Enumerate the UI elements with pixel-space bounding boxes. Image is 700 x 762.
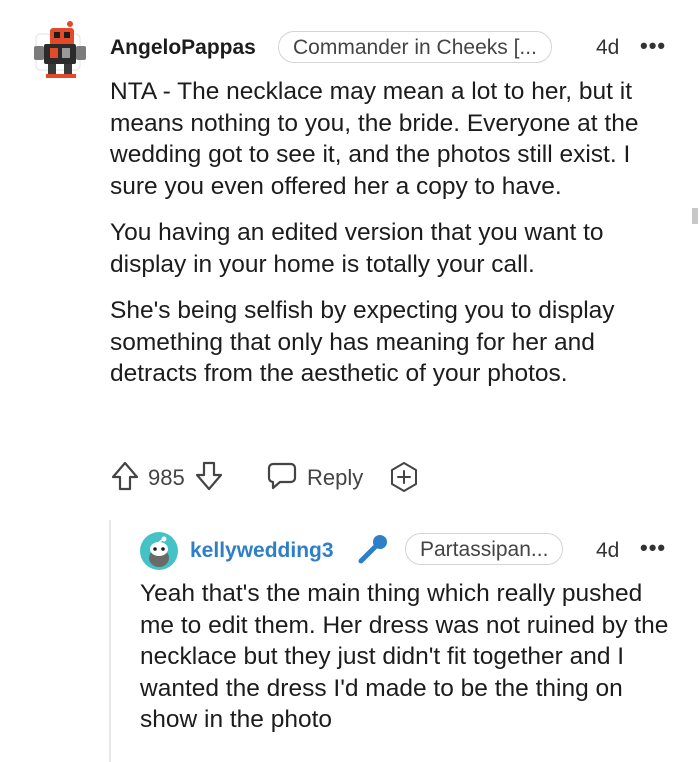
comment-body: NTA - The necklace may mean a lot to her… (110, 76, 678, 405)
comment-paragraph: NTA - The necklace may mean a lot to her… (110, 78, 639, 200)
reply-flair: Partassipan... (405, 533, 564, 565)
comment-more-options-icon[interactable]: ••• (640, 33, 666, 59)
comment-bubble-icon (267, 462, 297, 490)
thread-line[interactable] (109, 520, 111, 762)
reply-author[interactable]: kellywedding3 (190, 539, 334, 563)
snoo-avatar-icon (140, 532, 178, 570)
comment-author[interactable]: AngeloPappas (110, 36, 256, 60)
award-icon[interactable] (388, 461, 420, 493)
reply-more-options-icon[interactable]: ••• (640, 535, 666, 561)
reply-button[interactable]: Reply (266, 460, 376, 494)
reply-body: Yeah that's the main thing which really … (140, 580, 669, 733)
robot-avatar-icon (34, 21, 86, 78)
reply-timestamp: 4d (596, 539, 620, 562)
comment-paragraph: You having an edited version that you wa… (110, 219, 604, 278)
upvote-icon[interactable] (110, 460, 140, 492)
reply-avatar[interactable] (140, 532, 178, 570)
downvote-icon[interactable] (194, 460, 224, 492)
comment-avatar[interactable] (30, 18, 88, 80)
scrollbar-indicator[interactable] (692, 208, 698, 224)
comment-timestamp: 4d (596, 36, 620, 59)
vote-count: 985 (148, 465, 185, 490)
reply-label: Reply (307, 465, 364, 490)
comment-paragraph: She's being selfish by expecting you to … (110, 297, 615, 387)
comment-flair: Commander in Cheeks [... (278, 31, 552, 63)
microphone-icon (356, 532, 390, 566)
